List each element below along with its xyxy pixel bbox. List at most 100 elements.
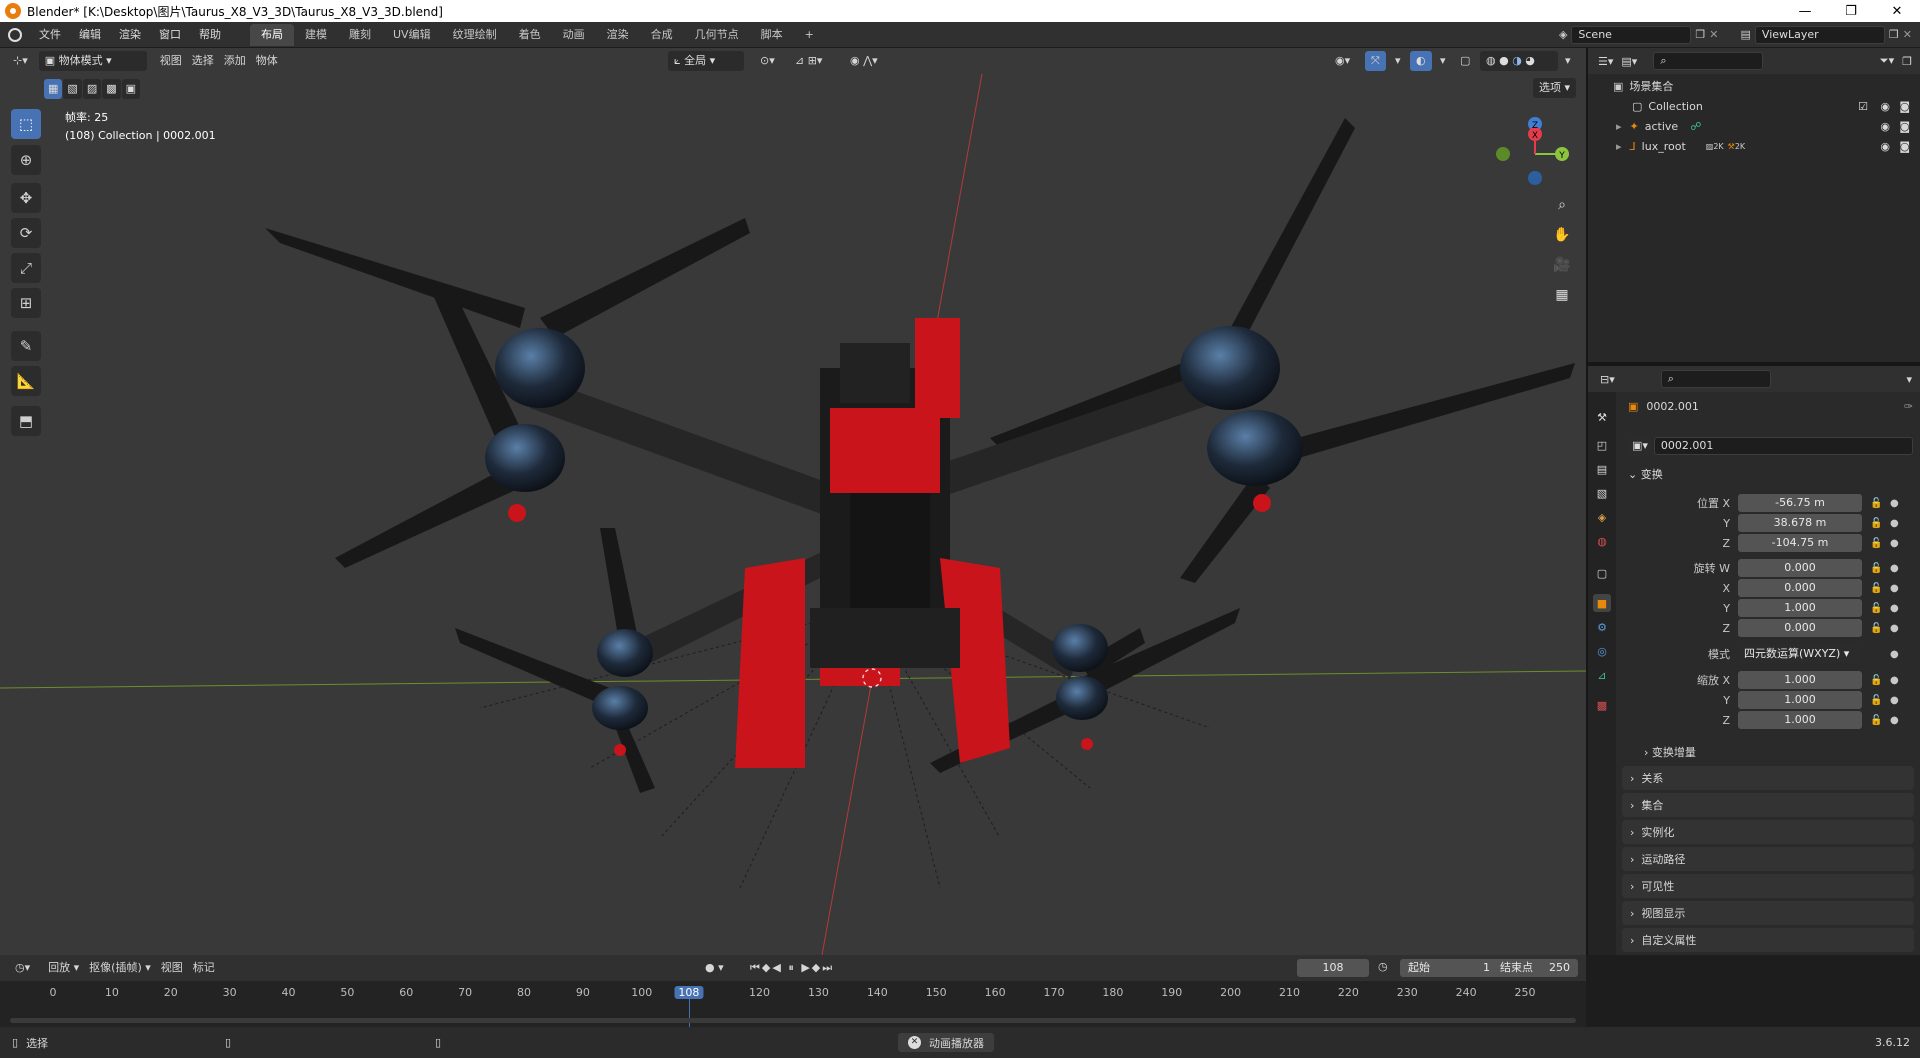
overlay-menu-icon[interactable]: ▾ [1435,51,1451,71]
rotation-mode-select[interactable]: 四元数运算(WXYZ) ▾ [1738,645,1862,663]
proportional-edit-icon[interactable]: ◉ ⋀▾ [845,51,883,71]
overlay-toggle-icon[interactable]: ◐ [1410,51,1432,71]
annotate-tool-icon[interactable]: ✎ [11,331,41,361]
tab-layout[interactable]: 布局 [250,23,294,46]
lock-icon[interactable]: 🔓 [1870,675,1884,686]
pan-hand-icon[interactable]: ✋ [1548,221,1576,249]
minimize-button[interactable]: — [1782,0,1828,22]
lock-icon[interactable]: 🔓 [1870,695,1884,706]
viewport-menu-object[interactable]: 物体 [251,51,283,71]
cancel-icon[interactable]: ✕ [908,1036,921,1049]
output-tab-icon[interactable]: ▤ [1593,460,1611,478]
tab-sculpting[interactable]: 雕刻 [338,24,382,46]
outliner-root-row[interactable]: ▣ 场景集合 [1588,76,1920,96]
delete-view-layer-icon[interactable]: ✕ [1903,28,1912,41]
scale-y-field[interactable]: 1.000 [1738,691,1862,709]
modifier-tab-icon[interactable]: ⚙ [1593,618,1611,636]
xray-toggle-icon[interactable]: ▢ [1455,51,1475,71]
object-name-input[interactable]: 0002.001 [1653,437,1913,455]
maximize-button[interactable]: ❐ [1828,0,1874,22]
snap-icon[interactable]: ⊿ ⊞▾ [790,51,827,71]
menu-edit[interactable]: 编辑 [70,25,110,45]
keyframe-dot-icon[interactable]: ● [1890,538,1900,549]
new-view-layer-icon[interactable]: ❐ [1889,28,1899,41]
properties-editor-type-icon[interactable]: ⊟▾ [1600,373,1615,386]
viewport-menu-add[interactable]: 添加 [219,51,251,71]
delete-scene-icon[interactable]: ✕ [1709,28,1718,41]
menu-render[interactable]: 渲染 [110,25,150,45]
animation-player-indicator[interactable]: ✕ 动画播放器 [898,1033,994,1052]
collection-tab-icon[interactable]: ▢ [1593,564,1611,582]
location-z-field[interactable]: -104.75 m [1738,534,1862,552]
rotate-tool-icon[interactable]: ⟳ [11,218,41,248]
outliner-item-collection[interactable]: ▢ Collection ☑ ◉ ◙ [1588,96,1920,116]
keyframe-dot-icon[interactable]: ● [1890,695,1900,706]
outliner-item-active[interactable]: ▸ ✦ active ☍ ◉ ◙ [1588,116,1920,136]
viewport-menu-view[interactable]: 视图 [155,51,187,71]
pivot-point-icon[interactable]: ⊙▾ [755,51,780,71]
shading-menu-icon[interactable]: ▾ [1560,51,1576,71]
constraints-tab-icon[interactable]: ⊿ [1593,666,1611,684]
location-y-field[interactable]: 38.678 m [1738,514,1862,532]
select-new-icon[interactable]: ▦ [44,79,63,99]
editor-type-icon[interactable]: ⊹▾ [8,51,33,71]
menu-file[interactable]: 文件 [30,25,70,45]
close-button[interactable]: ✕ [1874,0,1920,22]
lock-icon[interactable]: 🔓 [1870,715,1884,726]
section-custom-properties[interactable]: › 自定义属性 [1622,928,1914,952]
section-viewport-display[interactable]: › 视图显示 [1622,901,1914,925]
camera-render-icon[interactable]: ◙ [1899,120,1910,133]
lock-icon[interactable]: 🔓 [1870,603,1884,614]
viewport-options-button[interactable]: 选项 ▾ [1533,78,1577,98]
section-instancing[interactable]: › 实例化 [1622,820,1914,844]
tab-compositing[interactable]: 合成 [640,24,684,46]
outliner-editor-type-icon[interactable]: ☰▾ [1598,55,1613,68]
texture-tab-icon[interactable]: ▩ [1593,696,1611,714]
expand-arrow-icon[interactable]: ▸ [1616,140,1622,153]
cursor-tool-icon[interactable]: ⊕ [11,145,41,175]
measure-tool-icon[interactable]: 📐 [11,366,41,396]
object-tab-icon[interactable]: ■ [1593,594,1611,612]
lock-icon[interactable]: 🔓 [1870,623,1884,634]
keyframe-dot-icon[interactable]: ● [1890,563,1900,574]
outliner-item-lux-root[interactable]: ▸ ⅃ lux_root ▨2K ⚒2K ◉ ◙ [1588,136,1920,156]
transform-orientation-selector[interactable]: ⟀ 全局 ▾ [668,51,744,71]
tab-animation[interactable]: 动画 [552,24,596,46]
delta-transform-subpanel[interactable]: › 变换增量 [1644,744,1696,760]
scale-tool-icon[interactable]: ⤢ [11,253,41,283]
eye-icon[interactable]: ◉ [1880,140,1890,153]
camera-render-icon[interactable]: ◙ [1899,140,1910,153]
keyframe-dot-icon[interactable]: ● [1890,583,1900,594]
expand-arrow-icon[interactable]: ▸ [1616,120,1622,133]
rotation-y-field[interactable]: 1.000 [1738,599,1862,617]
frame-ruler[interactable]: 0 10 20 30 40 50 60 70 80 90 100 108 120 130 140 150 160… [0,955,1586,1027]
timeline-scrollbar[interactable] [10,1018,1576,1023]
pin-icon[interactable]: ✑ [1904,400,1913,413]
location-x-field[interactable]: -56.75 m [1738,494,1862,512]
physics-tab-icon[interactable]: ◎ [1593,642,1611,660]
zoom-icon[interactable]: ⌕ [1548,191,1576,219]
lock-icon[interactable]: 🔓 [1870,498,1884,509]
exclude-checkbox-icon[interactable]: ☑ [1858,100,1868,113]
section-motion-paths[interactable]: › 运动路径 [1622,847,1914,871]
3d-viewport[interactable]: ⊹▾ ▣ 物体模式 ▾ 视图 选择 添加 物体 ⟀ 全局 ▾ ⊙▾ ⊿ ⊞▾ ◉… [0,48,1586,955]
camera-view-icon[interactable]: 🎥 [1548,251,1576,279]
section-relations[interactable]: › 关系 [1622,766,1914,790]
viewport-scene[interactable] [0,48,1586,955]
tab-rendering[interactable]: 渲染 [596,24,640,46]
tab-texture-paint[interactable]: 纹理绘制 [442,24,508,46]
select-extend-icon[interactable]: ▧ [63,79,82,99]
select-subtract-icon[interactable]: ▨ [82,79,102,99]
filter-icon[interactable]: ⏷▾ [1880,54,1894,68]
render-tab-icon[interactable]: ◰ [1593,436,1611,454]
scale-x-field[interactable]: 1.000 [1738,671,1862,689]
new-scene-icon[interactable]: ❐ [1695,28,1705,41]
selection-mode-buttons[interactable]: ▦ ▧ ▨ ▩ ▣ [44,79,141,99]
menu-window[interactable]: 窗口 [150,25,190,45]
current-frame-marker[interactable]: 108 [674,986,704,999]
viewport-menu-select[interactable]: 选择 [187,51,219,71]
object-browse-icon[interactable]: ▣▾ [1628,436,1652,456]
tab-scripting[interactable]: 脚本 [750,24,794,46]
world-tab-icon[interactable]: ◍ [1593,532,1611,550]
section-collections[interactable]: › 集合 [1622,793,1914,817]
